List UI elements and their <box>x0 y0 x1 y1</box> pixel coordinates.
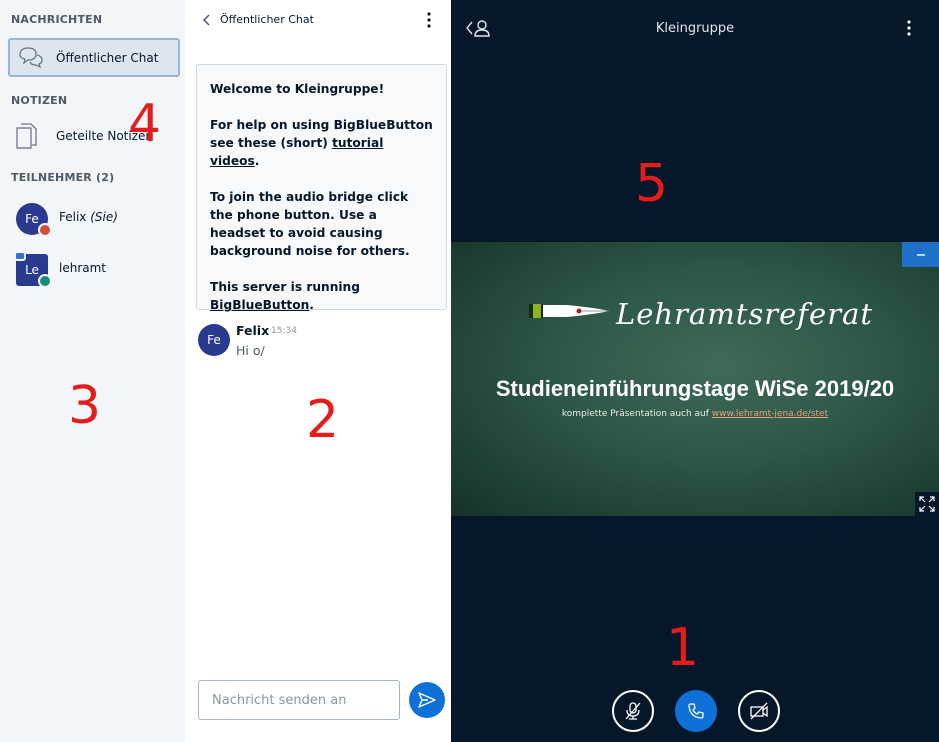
listen-only-status-badge <box>38 274 52 288</box>
annotation-number: 3 <box>68 376 102 436</box>
message-text: Hi o/ <box>236 343 265 358</box>
meeting-title: Kleingruppe <box>655 21 735 36</box>
public-chat-item[interactable]: Öffentlicher Chat <box>8 38 180 77</box>
annotation-number: 5 <box>635 154 669 214</box>
avatar: Fe <box>198 324 230 356</box>
presenter-status-badge <box>14 251 26 261</box>
minimize-presentation-button[interactable] <box>902 242 939 267</box>
notes-icon <box>16 123 37 149</box>
participant-name: lehramt <box>59 261 107 275</box>
chat-bubbles-icon <box>19 47 43 68</box>
chat-header: Öffentlicher Chat <box>185 0 451 40</box>
fullscreen-icon <box>919 496 935 512</box>
fountain-pen-image <box>529 304 609 318</box>
fullscreen-button[interactable] <box>915 492 939 516</box>
share-webcam-button[interactable] <box>738 690 780 732</box>
message-sender: Felix <box>236 323 270 338</box>
muted-status-badge <box>38 223 52 237</box>
slide-subtitle: komplette Präsentation auch auf www.lehr… <box>561 409 829 419</box>
phone-icon <box>688 703 704 719</box>
annotation-number: 4 <box>128 94 162 154</box>
message-input[interactable] <box>198 680 400 720</box>
back-chevron-icon[interactable] <box>201 12 213 28</box>
slide-link: www.lehramt-jena.de/stet <box>711 409 829 419</box>
public-chat-label: Öffentlicher Chat <box>56 51 159 65</box>
presentation-slide: Lehramtsreferat Studieneinführungstage W… <box>451 242 939 516</box>
video-off-icon <box>750 702 768 720</box>
mute-microphone-icon <box>625 702 641 720</box>
notes-section-title: NOTIZEN <box>11 94 68 107</box>
participant-item[interactable]: Le lehramt <box>8 248 180 290</box>
chat-panel: Öffentlicher Chat Welcome to Kleingruppe… <box>185 0 451 742</box>
chat-message: Fe Felix 15:34 Hi o/ <box>198 323 438 363</box>
chat-title[interactable]: Öffentlicher Chat <box>220 13 314 26</box>
participant-name: Felix (Sie) <box>59 210 118 224</box>
message-time: 15:34 <box>271 326 297 336</box>
participant-item[interactable]: Fe Felix (Sie) <box>8 197 180 239</box>
bigbluebutton-link[interactable]: BigBlueButton <box>210 298 309 312</box>
participants-section-title: TEILNEHMER (2) <box>11 171 115 184</box>
minimize-icon <box>917 254 925 256</box>
leave-audio-button[interactable] <box>675 690 717 732</box>
send-button[interactable] <box>409 682 445 718</box>
annotation-number: 1 <box>666 618 700 678</box>
more-options-icon[interactable] <box>904 19 914 37</box>
more-options-icon[interactable] <box>424 11 434 29</box>
send-icon <box>418 692 436 708</box>
unmute-microphone-button[interactable] <box>612 690 654 732</box>
slide-headline: Studieneinführungstage WiSe 2019/20 <box>495 376 895 401</box>
welcome-message: Welcome to Kleingruppe! For help on usin… <box>196 64 447 312</box>
messages-section-title: NACHRICHTEN <box>11 13 103 26</box>
slide-script-title: Lehramtsreferat <box>616 297 874 331</box>
annotation-number: 2 <box>306 390 340 450</box>
